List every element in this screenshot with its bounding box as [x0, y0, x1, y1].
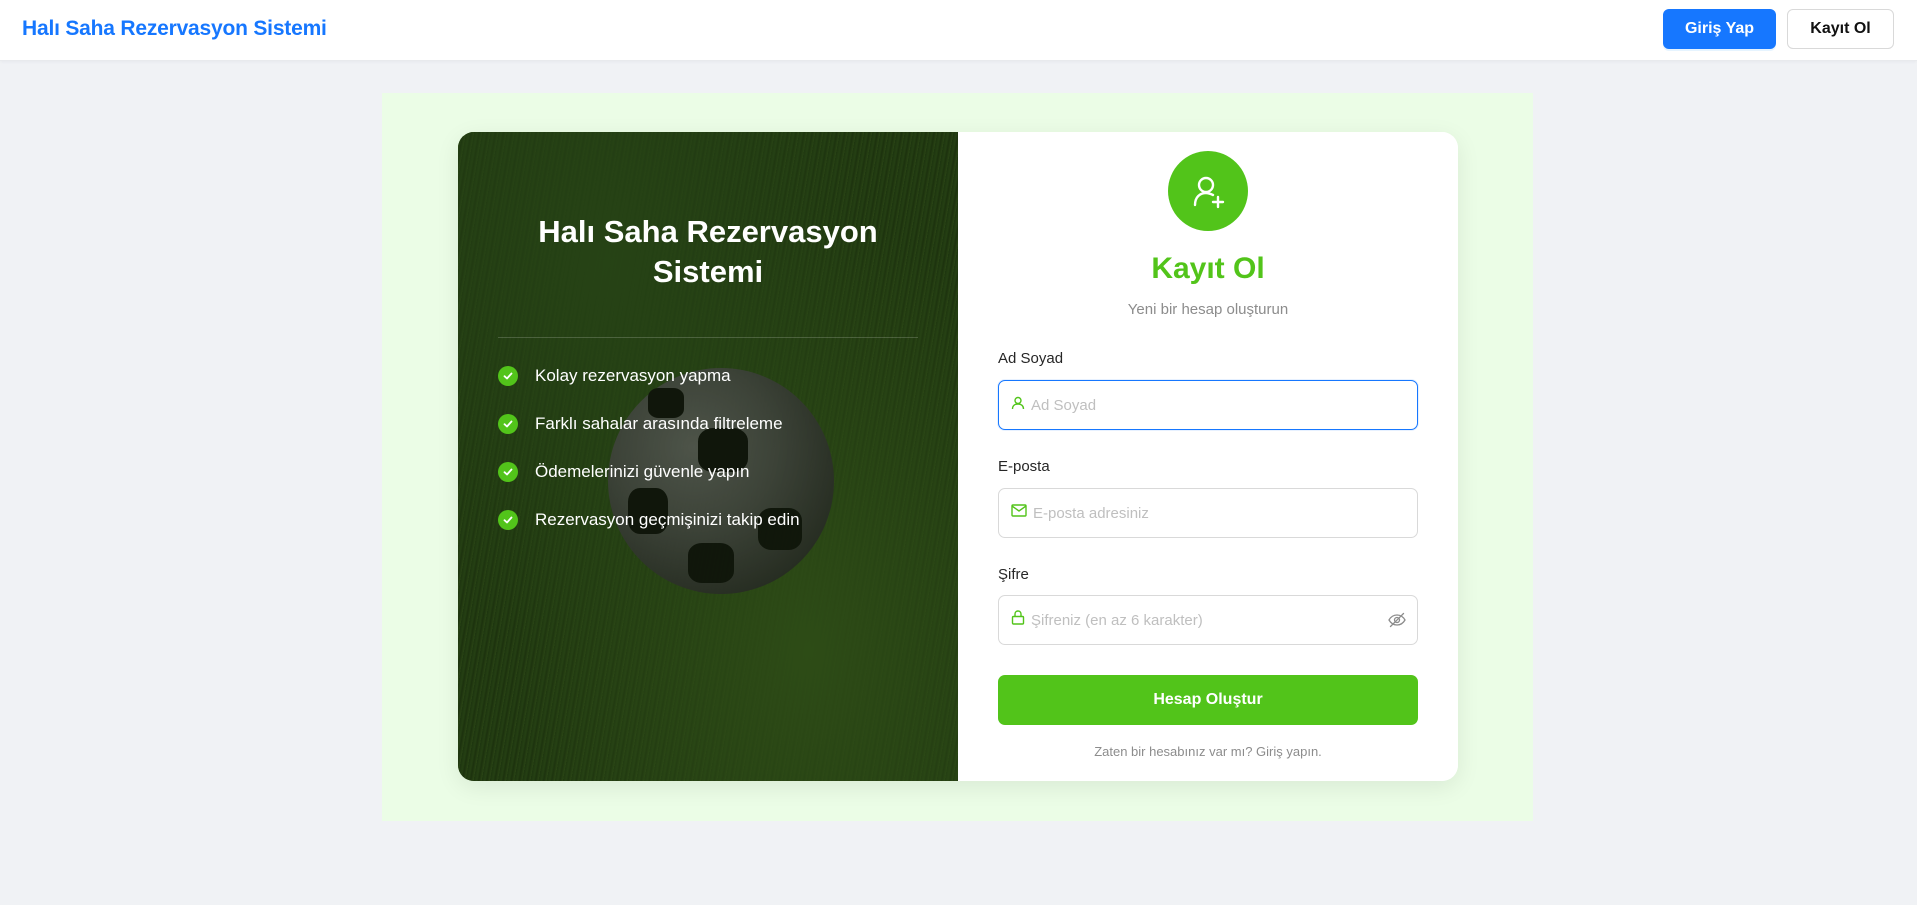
name-input[interactable]	[1031, 396, 1381, 414]
login-button[interactable]: Giriş Yap	[1663, 9, 1776, 49]
lock-icon	[1011, 610, 1025, 630]
feature-text: Farklı sahalar arasında filtreleme	[535, 414, 783, 433]
email-field[interactable]	[998, 488, 1418, 538]
password-label: Şifre	[998, 566, 1029, 583]
feature-item: Kolay rezervasyon yapma	[498, 364, 938, 388]
feature-item: Farklı sahalar arasında filtreleme	[498, 412, 938, 436]
login-link[interactable]: Zaten bir hesabınız var mı? Giriş yapın.	[958, 744, 1458, 759]
mail-icon	[1011, 504, 1027, 522]
brand-title[interactable]: Halı Saha Rezervasyon Sistemi	[22, 17, 327, 41]
feature-text: Rezervasyon geçmişinizi takip edin	[535, 510, 800, 529]
eye-invisible-icon[interactable]	[1388, 612, 1406, 633]
email-input[interactable]	[1033, 504, 1383, 522]
check-circle-icon	[498, 366, 518, 386]
password-input[interactable]	[1031, 611, 1381, 629]
hero-panel: Halı Saha Rezervasyon Sistemi Kolay reze…	[458, 132, 958, 781]
name-field[interactable]	[998, 380, 1418, 430]
password-field[interactable]	[998, 595, 1418, 645]
user-add-icon	[1168, 151, 1248, 231]
feature-text: Ödemelerinizi güvenle yapın	[535, 462, 750, 481]
feature-list: Kolay rezervasyon yapma Farklı sahalar a…	[498, 364, 938, 556]
register-card: Halı Saha Rezervasyon Sistemi Kolay reze…	[458, 132, 1458, 781]
check-circle-icon	[498, 462, 518, 482]
create-account-button[interactable]: Hesap Oluştur	[998, 675, 1418, 725]
feature-item: Rezervasyon geçmişinizi takip edin	[498, 508, 938, 532]
hero-divider	[498, 337, 918, 338]
user-icon	[1011, 396, 1025, 415]
hero-title: Halı Saha Rezervasyon Sistemi	[538, 214, 878, 289]
register-button[interactable]: Kayıt Ol	[1787, 9, 1894, 49]
email-label: E-posta	[998, 458, 1050, 475]
name-label: Ad Soyad	[998, 350, 1064, 367]
check-circle-icon	[498, 414, 518, 434]
feature-item: Ödemelerinizi güvenle yapın	[498, 460, 938, 484]
register-form: Kayıt Ol Yeni bir hesap oluşturun Ad Soy…	[958, 132, 1458, 781]
top-navbar: Halı Saha Rezervasyon Sistemi Giriş Yap …	[0, 0, 1917, 61]
check-circle-icon	[498, 510, 518, 530]
form-subtitle: Yeni bir hesap oluşturun	[1127, 301, 1289, 318]
feature-text: Kolay rezervasyon yapma	[535, 366, 731, 385]
form-title: Kayıt Ol	[1151, 252, 1265, 285]
